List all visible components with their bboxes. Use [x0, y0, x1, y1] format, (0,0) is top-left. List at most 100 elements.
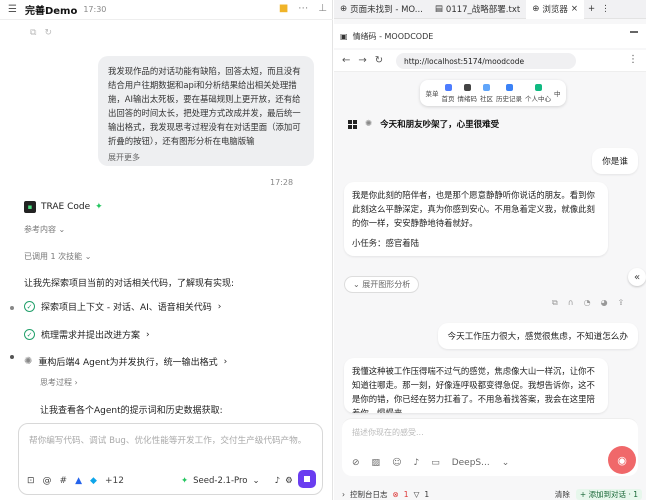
nav-label: 菜单: [425, 90, 439, 98]
loading-icon: ✺: [365, 119, 373, 129]
page-header-title: 情绪码 - MOODCODE: [352, 31, 434, 41]
timeline-dot: [10, 306, 14, 310]
thinking-toggle[interactable]: 思考过程 ›: [40, 377, 78, 388]
user-bubble: 今天工作压力很大，感觉很焦虑，不知道怎么办: [437, 323, 638, 349]
code-icon[interactable]: ◆: [90, 476, 97, 486]
step-item[interactable]: ✓ 梳理需求并提出改进方案 ›: [24, 328, 150, 341]
chevron-right-icon: ›: [217, 301, 222, 312]
references-label: 参考内容: [24, 225, 56, 234]
mic-icon[interactable]: ♪: [275, 476, 280, 486]
attach-icon[interactable]: ⊘: [352, 458, 360, 468]
chevron-right-icon: ›: [223, 356, 228, 367]
hash-icon[interactable]: #: [60, 476, 68, 486]
chat-input[interactable]: 帮你编写代码、调试 Bug、优化性能等开发工作，交付生产级代码产物。: [29, 434, 306, 446]
model-selector[interactable]: ✦ Seed-2.1-Pro ⌄ ♪ ⚙: [181, 476, 293, 486]
user-message: 我发现作品的对话功能有缺陷，回答太短，而且没有结合用户往期数据和api和分析结果…: [98, 56, 314, 166]
trae-logo-icon: ▪: [24, 201, 36, 213]
add-to-chat-button[interactable]: + 添加到对话 · 1: [575, 488, 642, 500]
nav-label: 历史记录: [496, 94, 522, 103]
nav-item-history[interactable]: 历史记录: [496, 83, 522, 103]
user-bubble: 你是谁: [592, 148, 638, 174]
emoji-icon[interactable]: ☺: [392, 458, 401, 468]
tab-label: 页面未找到 - MO...: [350, 5, 423, 15]
tab-strategy-txt[interactable]: ▤ 0117_战略部署.txt: [429, 0, 526, 19]
image-icon[interactable]: ▨: [372, 458, 381, 468]
nav-item-community[interactable]: 社区: [480, 83, 493, 103]
settings-icon[interactable]: ⚙: [285, 476, 293, 486]
tab-label: 浏览器: [542, 5, 568, 15]
minimize-icon[interactable]: [630, 31, 638, 33]
clear-button[interactable]: 清除: [555, 489, 570, 500]
grid-icon[interactable]: [348, 119, 357, 129]
stop-icon: [304, 476, 310, 482]
folder-icon[interactable]: ■: [279, 3, 288, 14]
app-nav: 菜单 首页 情绪码 社区 历史记录 个人中心 中: [420, 80, 566, 106]
assistant-bubble: 我是你此刻的陪伴者，也是那个愿意静静听你说话的朋友。看到你此刻这么平静深定，真为…: [344, 182, 608, 256]
close-icon[interactable]: ×: [571, 4, 578, 14]
browser-pane: ⊕ 页面未找到 - MO... ▤ 0117_战略部署.txt ⊕ 浏览器 × …: [334, 0, 646, 500]
chevron-right-icon[interactable]: ›: [342, 490, 345, 499]
globe-icon: ⊕: [340, 4, 348, 14]
more-icon[interactable]: ⋯: [298, 3, 308, 14]
mic-icon[interactable]: ♪: [413, 458, 419, 468]
forward-icon[interactable]: →: [358, 55, 366, 66]
error-icon: ⊗: [392, 489, 399, 499]
mood-send-button[interactable]: ◉: [608, 446, 636, 474]
check-circle-icon: ✓: [24, 329, 35, 340]
chat-icon[interactable]: ▭: [431, 458, 440, 468]
show-more-link[interactable]: 展开更多: [108, 152, 140, 163]
nav-item-lang[interactable]: 中: [554, 88, 561, 98]
nav-item-home[interactable]: 首页: [442, 83, 455, 103]
assistant-bubble: 我懂这种被工作压得喘不过气的感觉，焦虑像大山一样沉，让你不知道往哪走。那一刻，好…: [344, 358, 608, 413]
retry-icon[interactable]: ↻: [44, 28, 52, 38]
chevron-down-icon: ⌄: [353, 280, 360, 289]
collapse-side-button[interactable]: «: [628, 268, 646, 286]
nav-item-moodcode[interactable]: 情绪码: [458, 83, 477, 103]
ship-icon[interactable]: ▲: [75, 476, 82, 486]
mood-title-bar: ✺ 今天和朋友吵架了，心里很难受: [348, 118, 499, 130]
send-button[interactable]: [298, 470, 316, 488]
tab-page-not-found[interactable]: ⊕ 页面未找到 - MO...: [334, 0, 429, 19]
app-root: ☰ 完善Demo 17:30 ■ ⋯ ⊥ ⧉ ↻ 我发现作品的对话功能有缺陷，回…: [0, 0, 646, 500]
kebab-icon[interactable]: ⋮: [628, 54, 638, 65]
message-actions: ⧉ ∩ ◔ ◕ ⇪: [552, 298, 624, 308]
bubble-text: 我懂这种被工作压得喘不过气的感觉，焦虑像大山一样沉，让你不知道往哪走。那一刻，好…: [352, 366, 595, 413]
url-input[interactable]: http://localhost:5174/moodcode: [396, 53, 576, 69]
headphone-icon[interactable]: ∩: [568, 298, 574, 308]
nav-item-menu[interactable]: 菜单: [426, 88, 439, 98]
image-icon[interactable]: ⊡: [27, 476, 35, 486]
chat-header: ☰ 完善Demo 17:30 ■ ⋯ ⊥: [0, 0, 333, 20]
reload-icon[interactable]: ↻: [375, 55, 383, 66]
references-toggle[interactable]: 参考内容 ⌄: [24, 224, 65, 235]
chevron-down-icon: ⌄: [252, 476, 260, 486]
expand-analysis-button[interactable]: ⌄ 展开图形分析: [344, 276, 420, 293]
more-icon[interactable]: ⋮: [601, 4, 610, 14]
step-label: 梳理需求并提出改进方案: [41, 331, 141, 341]
check-circle-icon: ✓: [24, 301, 35, 312]
step-item[interactable]: ✺ 重构后端4 Agent为并发执行，统一输出格式 ›: [24, 355, 227, 368]
mood-input-toolbar: ⊘ ▨ ☺ ♪ ▭ DeepS... ⌄: [352, 458, 509, 468]
nav-item-profile[interactable]: 个人中心: [525, 83, 551, 103]
at-icon[interactable]: @: [43, 476, 52, 486]
copy-icon[interactable]: ⧉: [30, 28, 36, 38]
tab-browser[interactable]: ⊕ 浏览器 ×: [526, 0, 584, 19]
copy-icon[interactable]: ⧉: [552, 298, 558, 308]
bubble-text: 你是谁: [602, 157, 628, 167]
share-icon[interactable]: ⇪: [618, 298, 625, 308]
like-icon[interactable]: ◔: [584, 298, 591, 308]
tool-count[interactable]: +12: [105, 476, 124, 486]
nav-label: 社区: [480, 94, 493, 103]
skills-toggle[interactable]: 已调用 1 次技能 ⌄: [24, 251, 91, 262]
user-icon: [534, 83, 542, 91]
step-item[interactable]: ✓ 探索项目上下文 - 对话、AI、语音相关代码 ›: [24, 300, 221, 313]
back-icon[interactable]: ←: [342, 55, 350, 66]
pin-icon[interactable]: ⊥: [318, 3, 327, 14]
add-tab-icon[interactable]: +: [588, 4, 595, 14]
tab-bar: ⊕ 页面未找到 - MO... ▤ 0117_战略部署.txt ⊕ 浏览器 × …: [334, 0, 646, 19]
mood-input[interactable]: 描述你现在的感受...: [352, 427, 424, 438]
model-select[interactable]: DeepS...: [452, 458, 490, 468]
dislike-icon[interactable]: ◕: [601, 298, 608, 308]
toggle-sidebar-icon[interactable]: ☰: [8, 4, 17, 15]
task-text: 小任务：感官着陆: [352, 238, 419, 248]
console-label[interactable]: 控制台日志: [350, 489, 388, 500]
